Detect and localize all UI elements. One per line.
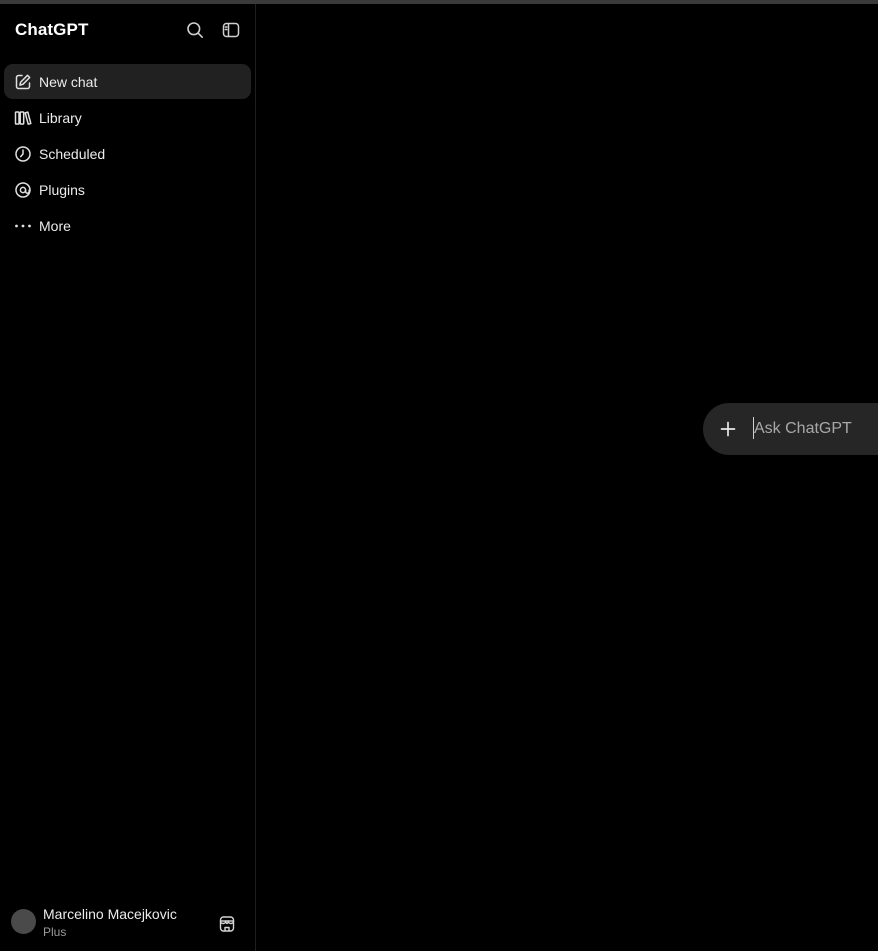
sidebar-item-label: Scheduled <box>39 145 106 162</box>
user-profile[interactable]: Marcelino Macejkovic Plus <box>0 898 256 946</box>
sidebar-item-label: Plugins <box>39 181 85 198</box>
composer-input[interactable] <box>754 416 878 442</box>
avatar[interactable] <box>11 909 36 934</box>
sidebar-header: ChatGPT <box>0 4 256 56</box>
store-icon[interactable] <box>217 914 237 934</box>
sidebar-item-label: More <box>39 217 71 234</box>
sidebar-item-scheduled[interactable]: Scheduled <box>4 136 251 171</box>
composer <box>703 403 878 455</box>
new-chat-icon <box>13 72 33 92</box>
library-icon <box>13 108 33 128</box>
app-title[interactable]: ChatGPT <box>15 20 88 40</box>
sidebar-nav: New chat Library Scheduled Plugins More <box>4 64 251 244</box>
user-plan: Plus <box>43 925 67 939</box>
sidebar-item-label: New chat <box>39 73 98 90</box>
sidebar-toggle-icon[interactable] <box>220 19 242 41</box>
sidebar: ChatGPT New chat Library Scheduled Plugi… <box>0 4 256 951</box>
sidebar-item-plugins[interactable]: Plugins <box>4 172 251 207</box>
search-icon[interactable] <box>184 19 206 41</box>
main-content <box>257 4 878 951</box>
user-name: Marcelino Macejkovic <box>43 906 177 922</box>
sidebar-item-label: Library <box>39 109 82 126</box>
more-dots-icon <box>13 216 33 236</box>
sidebar-item-more[interactable]: More <box>4 208 251 243</box>
plugins-icon <box>13 180 33 200</box>
sidebar-item-new-chat[interactable]: New chat <box>4 64 251 99</box>
clock-icon <box>13 144 33 164</box>
plus-icon[interactable] <box>717 418 739 440</box>
sidebar-item-library[interactable]: Library <box>4 100 251 135</box>
text-caret <box>753 417 754 439</box>
